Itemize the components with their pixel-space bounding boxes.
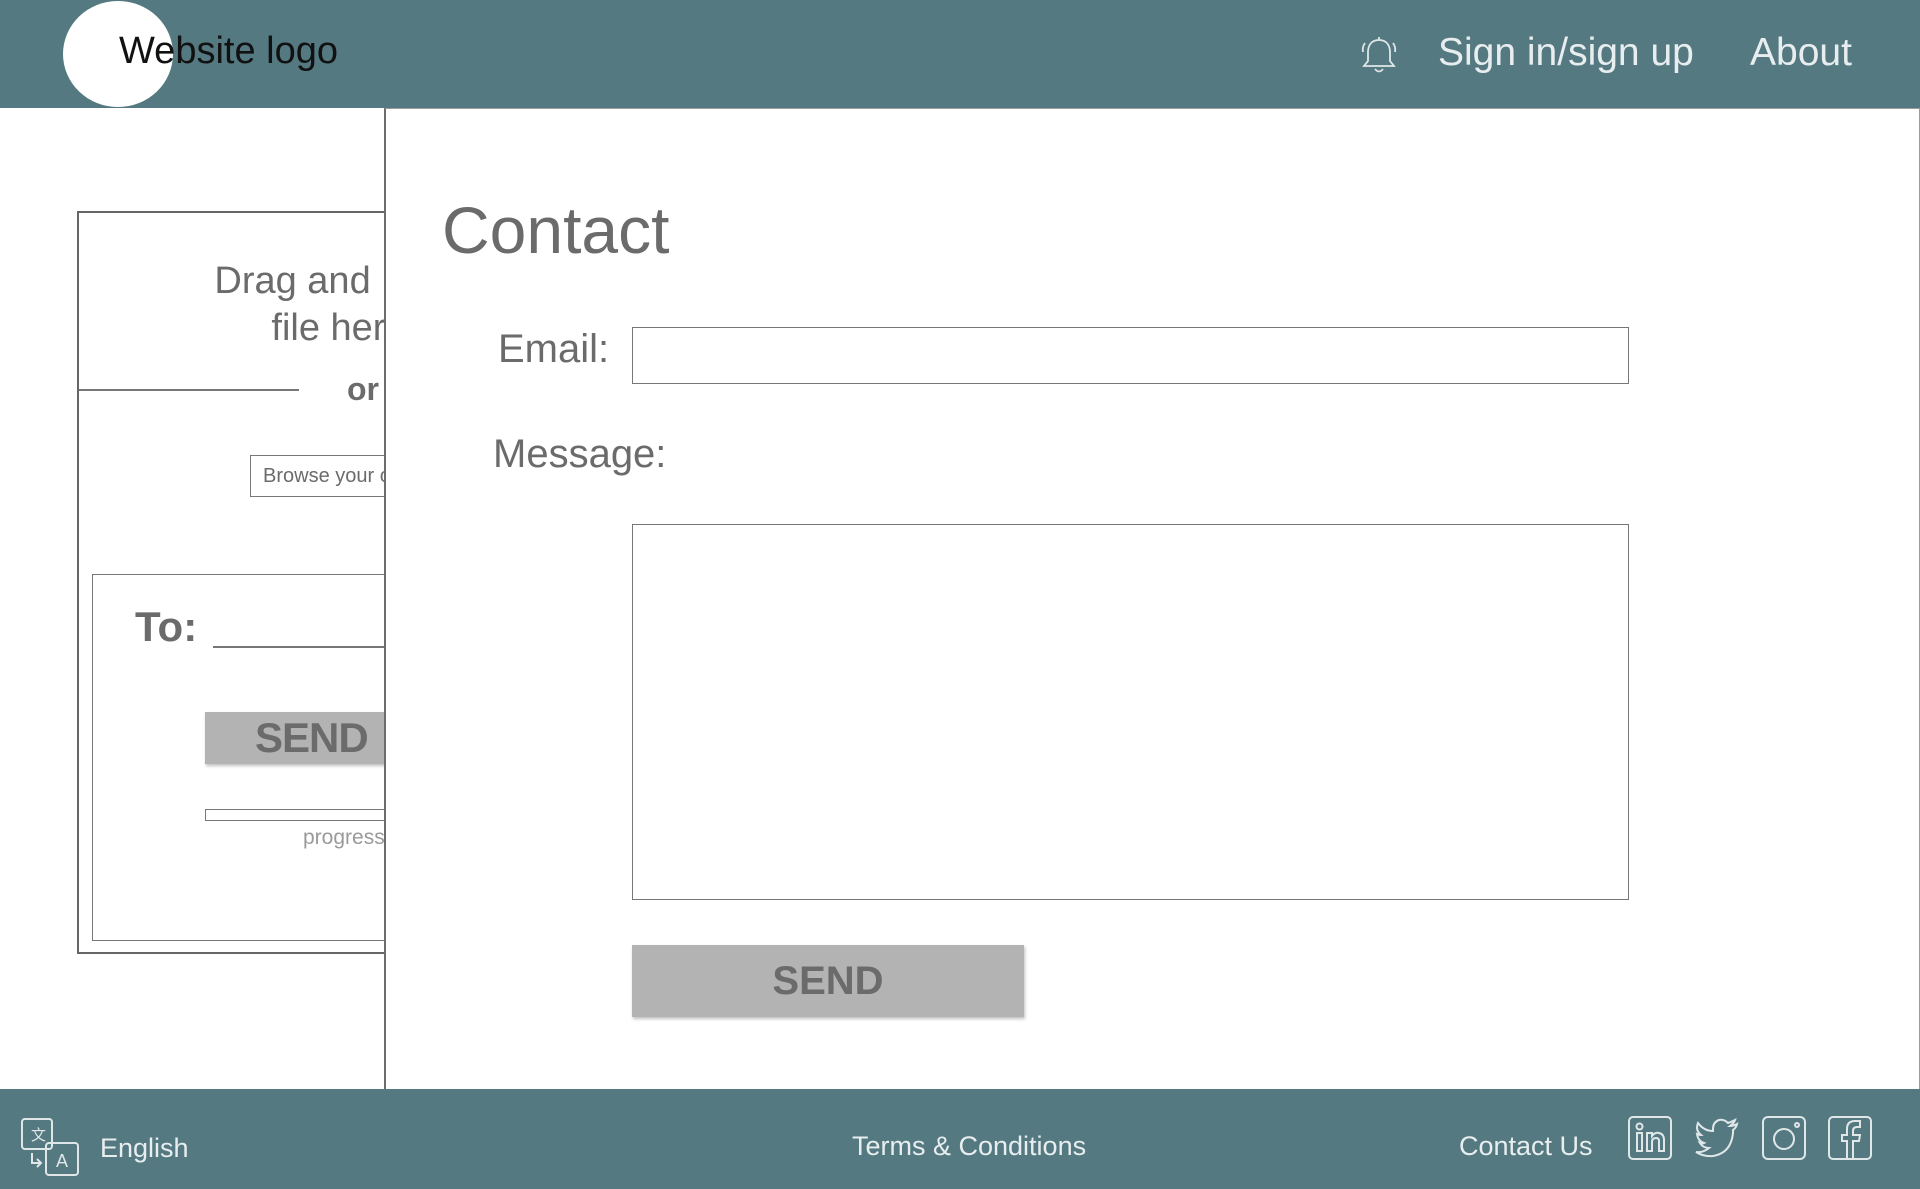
or-text: or: [347, 371, 379, 407]
svg-text:A: A: [56, 1151, 68, 1171]
facebook-icon[interactable]: [1827, 1115, 1873, 1161]
bell-icon[interactable]: [1356, 32, 1402, 78]
terms-link[interactable]: Terms & Conditions: [852, 1131, 1086, 1162]
send-box: To: SEND progress: [92, 574, 453, 941]
contact-us-link[interactable]: Contact Us: [1459, 1131, 1593, 1162]
message-field[interactable]: [632, 524, 1629, 900]
nav-about-link[interactable]: About: [1750, 31, 1852, 75]
instagram-icon[interactable]: [1761, 1115, 1807, 1161]
contact-modal: Contact Email: Message: SEND: [384, 108, 1920, 1089]
twitter-icon[interactable]: [1694, 1115, 1740, 1161]
svg-text:文: 文: [31, 1126, 46, 1144]
email-field[interactable]: [632, 327, 1629, 384]
contact-title: Contact: [442, 193, 670, 267]
header-bar: Website logo Sign in/sign up About: [0, 0, 1920, 108]
to-label: To:: [135, 603, 198, 650]
logo-text[interactable]: Website logo: [119, 30, 338, 73]
progress-label: progress: [303, 826, 385, 849]
page: Website logo Sign in/sign up About Drag …: [0, 0, 1920, 1189]
nav-signin-link[interactable]: Sign in/sign up: [1438, 31, 1694, 75]
language-selector[interactable]: English: [100, 1133, 189, 1164]
linkedin-icon[interactable]: [1627, 1115, 1673, 1161]
upload-panel: Drag and Drop file here or Browse your c…: [77, 211, 464, 954]
message-label: Message:: [493, 432, 667, 476]
divider: [79, 389, 299, 391]
footer-bar: 文 A English Terms & Conditions Contact U…: [0, 1089, 1920, 1189]
email-label: Email:: [498, 327, 610, 371]
send-button[interactable]: SEND: [632, 945, 1024, 1017]
translate-icon[interactable]: 文 A: [20, 1117, 82, 1179]
